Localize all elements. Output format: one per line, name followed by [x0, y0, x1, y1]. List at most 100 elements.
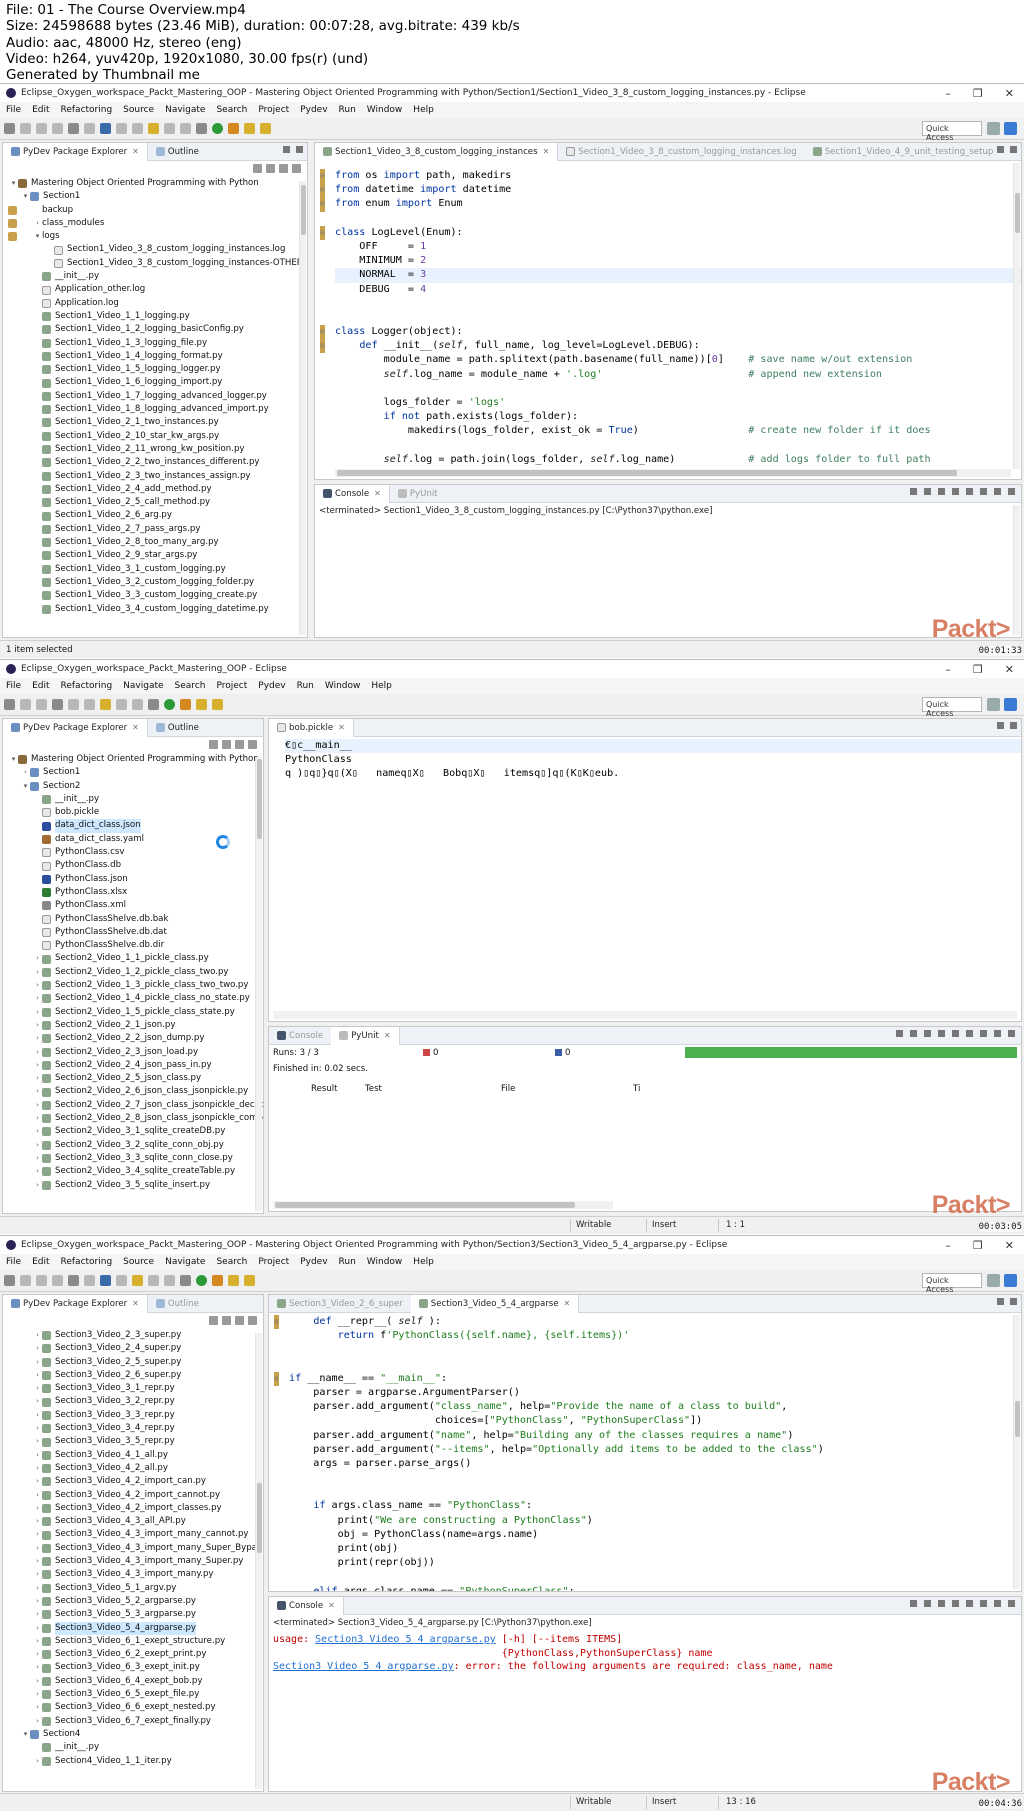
open-folder-icon[interactable] [228, 1275, 239, 1286]
expand-toggle-icon[interactable]: › [33, 1112, 42, 1125]
fold-toggle-icon[interactable]: ⊖ [274, 1315, 279, 1330]
clear-console-icon[interactable] [938, 488, 945, 495]
collapse-all-icon[interactable] [209, 740, 218, 749]
back-icon[interactable] [148, 1275, 159, 1286]
tree-item[interactable]: › Section2_Video_3_5_sqlite_insert.py [3, 1179, 263, 1192]
tree-item[interactable]: › Section3_Video_4_2_import_classes.py [3, 1502, 263, 1515]
tab-console[interactable]: Console ✕ [315, 485, 390, 503]
tree-item[interactable]: Section1_Video_2_2_two_instances_differe… [3, 456, 307, 469]
tree-item[interactable]: › Section2_Video_3_3_sqlite_conn_close.py [3, 1152, 263, 1165]
expand-toggle-icon[interactable]: › [33, 1515, 42, 1528]
terminal-icon[interactable] [100, 1275, 111, 1286]
tree-item[interactable]: PythonClassShelve.db.dat [3, 926, 263, 939]
fold-toggle-icon[interactable]: ⊖ [320, 325, 325, 340]
gear-icon[interactable] [148, 699, 159, 710]
debug-icon[interactable] [68, 123, 79, 134]
search-icon[interactable] [212, 699, 223, 710]
tree-item[interactable]: Section1_Video_2_5_call_method.py [3, 496, 307, 509]
expand-toggle-icon[interactable]: › [33, 1046, 42, 1059]
open-perspective-icon[interactable] [987, 698, 1000, 711]
show-failures-icon[interactable] [896, 1030, 903, 1037]
save-all-icon[interactable] [36, 699, 47, 710]
expand-toggle-icon[interactable]: › [33, 1395, 42, 1408]
tree-item[interactable]: PythonClassShelve.db.bak [3, 913, 263, 926]
expand-toggle-icon[interactable]: › [33, 217, 42, 230]
minimize-button[interactable]: – [945, 1239, 951, 1252]
menu-run[interactable]: Run [339, 1257, 356, 1267]
tree-item[interactable]: › Section3_Video_5_1_argv.py [3, 1582, 263, 1595]
skip-icon[interactable] [84, 1275, 95, 1286]
expand-toggle-icon[interactable]: › [21, 766, 30, 779]
tree-item[interactable]: › Section3_Video_4_3_all_API.py [3, 1515, 263, 1528]
rerun-icon[interactable] [910, 1030, 917, 1037]
tab-package-explorer[interactable]: PyDev Package Explorer ✕ [3, 143, 148, 161]
menu-window[interactable]: Window [325, 681, 361, 691]
collapse-all-icon[interactable] [209, 1316, 218, 1325]
tree-item[interactable]: › Section3_Video_2_5_super.py [3, 1356, 263, 1369]
collapse-all-icon[interactable] [253, 164, 262, 173]
menu-edit[interactable]: Edit [32, 1257, 49, 1267]
expand-toggle-icon[interactable]: › [33, 1125, 42, 1138]
run-icon[interactable] [212, 123, 223, 134]
editor-scrollbar[interactable] [1013, 1315, 1020, 1589]
tree-item[interactable]: PythonClass.json [3, 873, 263, 886]
rerun-failed-icon[interactable] [924, 1030, 931, 1037]
expand-toggle-icon[interactable]: › [33, 1475, 42, 1488]
tree-item[interactable]: › Section3_Video_6_5_exept_file.py [3, 1688, 263, 1701]
minimize-view-icon[interactable] [994, 488, 1001, 495]
view-menu-icon[interactable] [966, 1030, 973, 1037]
tree-item[interactable]: › Section3_Video_2_6_super.py [3, 1369, 263, 1382]
tab-pyunit[interactable]: PyUnit [390, 485, 446, 503]
explorer-scrollbar[interactable] [255, 1333, 262, 1789]
tree-item[interactable]: Section1_Video_3_3_custom_logging_create… [3, 589, 307, 602]
tree-item[interactable]: › Section3_Video_4_3_import_many_cannot.p… [3, 1528, 263, 1541]
expand-toggle-icon[interactable]: › [33, 979, 42, 992]
expand-toggle-icon[interactable]: › [33, 1099, 42, 1112]
editor-scrollbar[interactable] [1013, 163, 1020, 469]
close-button[interactable]: ✕ [1005, 663, 1014, 676]
expand-toggle-icon[interactable]: ▾ [9, 177, 18, 190]
step-over-icon[interactable] [132, 123, 143, 134]
expand-toggle-icon[interactable]: › [33, 1608, 42, 1621]
expand-toggle-icon[interactable]: › [33, 1152, 42, 1165]
expand-toggle-icon[interactable]: › [33, 1006, 42, 1019]
tree-item[interactable]: Section1_Video_2_7_pass_args.py [3, 523, 307, 536]
menu-refactoring[interactable]: Refactoring [61, 1257, 113, 1267]
usage-file-link[interactable]: Section3 Video 5 4 argparse.py [315, 1634, 496, 1645]
col-result[interactable]: Result [311, 1084, 338, 1094]
menu-source[interactable]: Source [123, 105, 154, 115]
expand-toggle-icon[interactable]: › [33, 1555, 42, 1568]
tree-item[interactable]: ▾ Section2 [3, 780, 263, 793]
expand-toggle-icon[interactable]: ▾ [33, 230, 42, 243]
view-menu-icon[interactable] [248, 1316, 257, 1325]
save-icon[interactable] [20, 1275, 31, 1286]
tree-item[interactable]: __init__.py [3, 793, 263, 806]
expand-toggle-icon[interactable]: › [33, 1542, 42, 1555]
expand-toggle-icon[interactable]: › [33, 1059, 42, 1072]
tree-item[interactable]: › Section3_Video_6_6_exept_nested.py [3, 1701, 263, 1714]
remove-launch-icon[interactable] [924, 488, 931, 495]
tree-item[interactable]: ▾ logs [3, 230, 307, 243]
tree-item[interactable]: › Section2_Video_2_3_json_load.py [3, 1046, 263, 1059]
tree-item[interactable]: Section1_Video_2_3_two_instances_assign.… [3, 470, 307, 483]
expand-toggle-icon[interactable]: ▾ [21, 780, 30, 793]
view-menu-icon[interactable] [292, 164, 301, 173]
fold-toggle-icon[interactable]: ⊖ [274, 1371, 279, 1386]
tree-item[interactable]: ▾ Mastering Object Oriented Programming w… [3, 177, 307, 190]
mark-icon[interactable] [148, 123, 159, 134]
tree-item[interactable]: › Section2_Video_1_3_pickle_class_two_two… [3, 979, 263, 992]
menu-run[interactable]: Run [297, 681, 314, 691]
tree-item[interactable]: › Section2_Video_2_8_json_class_jsonpickl… [3, 1112, 263, 1125]
tree-item[interactable]: › Section2_Video_3_2_sqlite_conn_obj.py [3, 1139, 263, 1152]
print-icon[interactable] [52, 123, 63, 134]
expand-toggle-icon[interactable]: › [33, 1701, 42, 1714]
tree-item[interactable]: › Section3_Video_6_1_exept_structure.py [3, 1635, 263, 1648]
view-menu-icon[interactable] [248, 740, 257, 749]
tree-item[interactable]: Section1_Video_2_11_wrong_kw_position.py [3, 443, 307, 456]
close-button[interactable]: ✕ [1005, 87, 1014, 100]
search-icon[interactable] [260, 123, 271, 134]
run-icon[interactable] [196, 1275, 207, 1286]
close-icon[interactable]: ✕ [384, 1031, 391, 1040]
tree-item[interactable]: › Section3_Video_4_3_import_many.py [3, 1568, 263, 1581]
minimize-view-icon[interactable] [994, 1600, 1001, 1607]
